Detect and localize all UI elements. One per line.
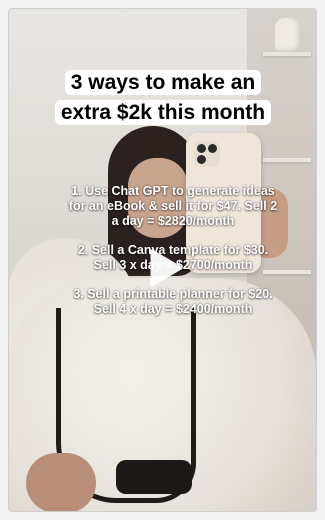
play-icon[interactable] bbox=[148, 248, 184, 288]
tip-line: Sell 4 x day = $2400/month bbox=[93, 302, 253, 316]
tip-line: for an eBook & sell it for $47. Sell 2 bbox=[68, 199, 278, 213]
video-post[interactable]: 3 ways to make an extra $2k this month 1… bbox=[8, 8, 317, 512]
tip-line: 1. Use Chat GPT to generate ideas bbox=[71, 184, 275, 198]
tip-line: a day = $2820/month bbox=[111, 214, 235, 228]
sunglasses bbox=[116, 460, 192, 494]
tip-1: 1. Use Chat GPT to generate ideas for an… bbox=[38, 184, 308, 229]
shelf bbox=[263, 52, 311, 56]
headline-line-1: 3 ways to make an bbox=[64, 70, 262, 95]
tip-3: 3. Sell a printable planner for $20. Sel… bbox=[38, 287, 308, 317]
person-hand-lower bbox=[26, 453, 96, 512]
shelf bbox=[263, 158, 311, 162]
headline-line-2: extra $2k this month bbox=[54, 100, 272, 125]
tip-line: 3. Sell a printable planner for $20. bbox=[73, 287, 273, 301]
vase-decor bbox=[275, 18, 301, 52]
headline: 3 ways to make an extra $2k this month bbox=[52, 68, 274, 128]
phone-camera bbox=[194, 141, 220, 167]
